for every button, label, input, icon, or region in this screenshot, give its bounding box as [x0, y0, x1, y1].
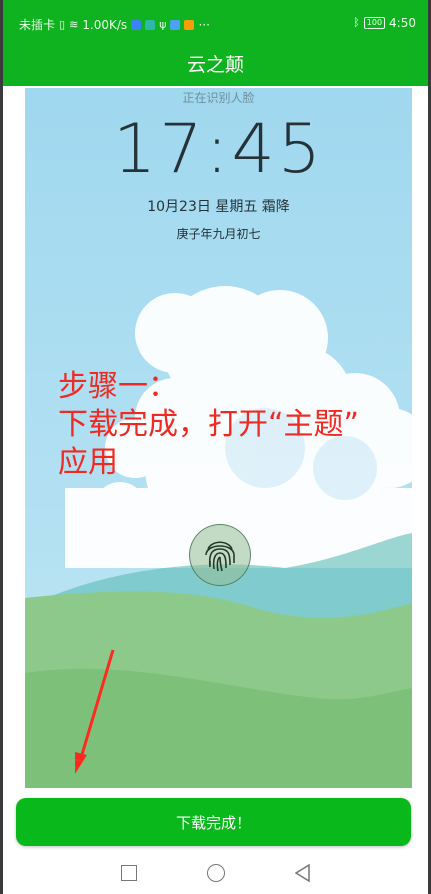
status-bar: 未插卡 ▯ ≋ 1.00K/s ψ ··· ᛒ 100 4:50 [3, 0, 428, 40]
back-triangle-icon[interactable] [294, 864, 311, 882]
sim-status: 未插卡 [19, 18, 56, 32]
lock-lunar-date: 庚子年九月初七 [176, 227, 261, 241]
face-recognition-label: 正在识别人脸 [182, 91, 255, 105]
fingerprint-icon [189, 524, 251, 586]
app-bar: 云之颠 [3, 40, 428, 86]
recents-square-icon[interactable] [120, 865, 137, 881]
status-right: ᛒ 100 4:50 [353, 16, 416, 30]
app-icon-square [170, 19, 181, 30]
page-title: 云之颠 [186, 53, 244, 76]
app-icon-blue [131, 19, 142, 30]
lock-time: 17:45 [113, 110, 324, 189]
status-left: 未插卡 ▯ ≋ 1.00K/s ψ ··· [19, 16, 210, 33]
bluetooth-icon: ᛒ [353, 16, 360, 29]
theme-preview: 正在识别人脸 17:45 10月23日 星期五 霜降 庚子年九月初七 步骤一： … [25, 88, 412, 788]
navigation-bar [3, 852, 428, 894]
network-speed: 1.00K/s [82, 17, 128, 32]
step-annotation: 步骤一： 下载完成，打开“主题” 应用 [58, 369, 360, 480]
clock: 4:50 [389, 16, 416, 30]
sim-icon: ▯ [59, 17, 66, 31]
download-complete-button[interactable]: 下载完成！ [16, 798, 411, 846]
app-icon-heart [145, 19, 156, 30]
home-circle-icon[interactable] [206, 864, 225, 882]
lock-date: 10月23日 星期五 霜降 [147, 199, 290, 215]
wifi-icon: ≋ [69, 17, 79, 31]
usb-icon: ψ [159, 17, 167, 31]
download-button-label: 下载完成！ [175, 813, 251, 832]
more-notifications: ··· [198, 17, 210, 32]
phone-screen: 未插卡 ▯ ≋ 1.00K/s ψ ··· ᛒ 100 4:50 云之颠 正在识… [3, 0, 428, 894]
battery-icon: 100 [363, 17, 386, 29]
play-store-icon [184, 19, 195, 30]
